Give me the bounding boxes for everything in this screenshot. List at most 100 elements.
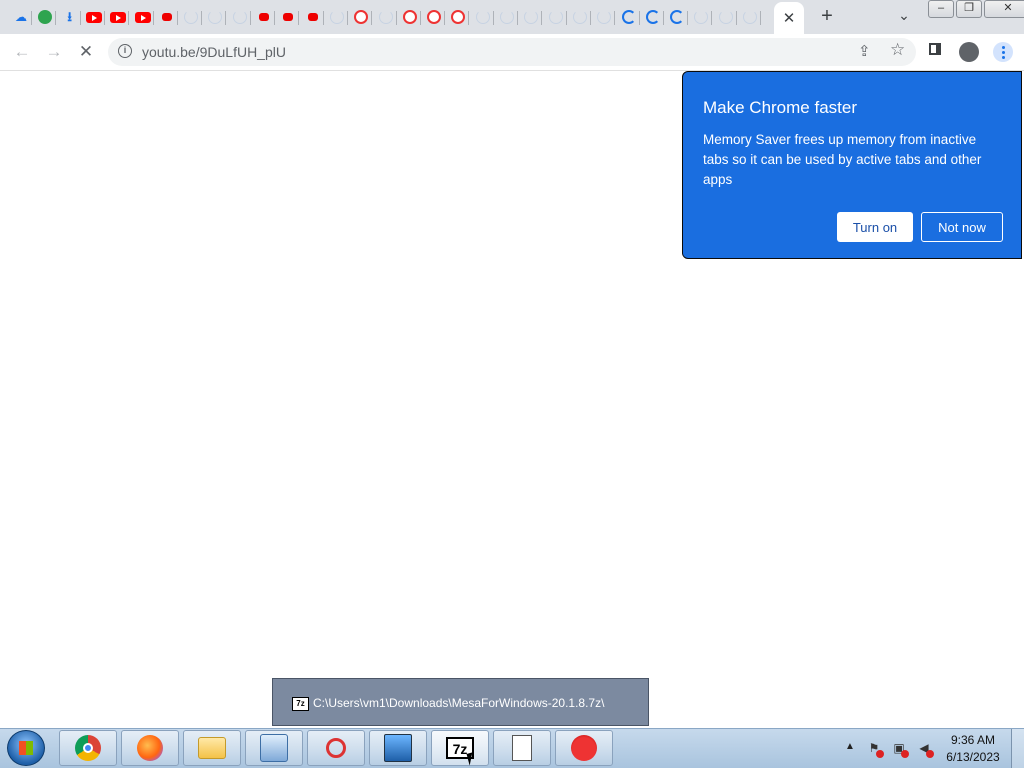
blank-page-icon: [500, 10, 514, 24]
taskbar-notepad-button[interactable]: [493, 730, 551, 766]
browser-tab[interactable]: [715, 4, 737, 30]
volume-icon[interactable]: ◀: [916, 740, 934, 758]
active-tab[interactable]: ✕: [774, 2, 804, 34]
browser-tab[interactable]: [34, 4, 57, 30]
chrome-menu-button[interactable]: [993, 42, 1013, 62]
browser-tab[interactable]: [229, 4, 251, 30]
browser-tab[interactable]: [618, 4, 640, 30]
turn-on-button[interactable]: Turn on: [837, 212, 913, 242]
browser-tab[interactable]: [253, 4, 275, 30]
monitor-icon: [384, 734, 412, 762]
blank-page-icon: [718, 10, 733, 24]
browser-tab[interactable]: [545, 4, 567, 30]
cloud-upload-icon: ☁: [15, 10, 27, 24]
browser-tab[interactable]: [302, 4, 324, 30]
browser-tab[interactable]: [447, 4, 470, 30]
not-now-button[interactable]: Not now: [921, 212, 1003, 242]
folder-icon: [198, 737, 226, 759]
youtube-ring-icon: [427, 10, 442, 24]
restore-button[interactable]: ❐: [956, 0, 982, 18]
share-icon[interactable]: ⇪: [858, 42, 871, 60]
document-icon: [512, 735, 532, 761]
taskbar-tooltip[interactable]: 7z C:\Users\vm1\Downloads\MesaForWindows…: [272, 678, 649, 726]
loading-spinner-icon: [670, 10, 685, 24]
bookmark-star-icon[interactable]: ☆: [890, 40, 905, 60]
blank-page-icon: [597, 10, 612, 24]
system-clock[interactable]: 9:36 AM 6/13/2023: [940, 732, 1006, 766]
taskbar-explorer-button[interactable]: [183, 730, 241, 766]
browser-tab[interactable]: [350, 4, 373, 30]
address-bar[interactable]: i youtu.be/9DuLfUH_plU ⇪ ☆: [108, 38, 916, 66]
new-tab-button[interactable]: +: [816, 6, 838, 28]
browser-tab[interactable]: [520, 4, 543, 30]
youtube-ring-icon: [402, 10, 417, 24]
side-panel-icon[interactable]: [929, 43, 941, 55]
show-hidden-icons-icon[interactable]: ▲: [845, 741, 855, 752]
youtube-small-icon: [283, 13, 294, 21]
browser-tab[interactable]: [690, 4, 713, 30]
popup-title: Make Chrome faster: [703, 98, 857, 117]
youtube-ring-icon: [451, 10, 466, 24]
memory-saver-popup: Make Chrome faster Memory Saver frees up…: [682, 71, 1022, 259]
youtube-ring-icon: [354, 10, 369, 24]
browser-tab[interactable]: [107, 4, 130, 30]
browser-tab[interactable]: [399, 4, 421, 30]
url-text[interactable]: youtu.be/9DuLfUH_plU: [142, 44, 286, 60]
browser-tab[interactable]: [642, 4, 664, 30]
browser-tab[interactable]: [423, 4, 446, 30]
blank-page-icon: [572, 10, 587, 24]
action-center-icon[interactable]: ⚑: [866, 740, 884, 758]
youtube-small-icon: [259, 13, 269, 21]
browser-tab[interactable]: ⭳: [59, 4, 81, 30]
back-button[interactable]: ←: [10, 40, 34, 64]
chrome-icon: [75, 735, 101, 761]
browser-tab[interactable]: [326, 4, 348, 30]
blank-page-icon: [329, 10, 344, 24]
taskbar-chrome-button[interactable]: [59, 730, 117, 766]
start-button[interactable]: [7, 730, 45, 766]
taskbar-control-panel-button[interactable]: [245, 730, 303, 766]
browser-tab[interactable]: [180, 4, 203, 30]
browser-tab[interactable]: [496, 4, 518, 30]
profile-avatar-icon[interactable]: [959, 42, 979, 62]
browser-tab[interactable]: [666, 4, 689, 30]
browser-tab[interactable]: [472, 4, 494, 30]
blank-page-icon: [378, 10, 393, 24]
browser-tab[interactable]: [132, 4, 154, 30]
minimize-button[interactable]: –: [928, 0, 954, 18]
clock-time: 9:36 AM: [950, 733, 996, 747]
taskbar-angry-birds-button[interactable]: [555, 730, 613, 766]
browser-tab[interactable]: [593, 4, 616, 30]
browser-tab[interactable]: [204, 4, 227, 30]
taskbar-snipping-tool-button[interactable]: [307, 730, 365, 766]
tab-search-button[interactable]: ⌄: [894, 7, 914, 27]
forward-button[interactable]: →: [42, 40, 66, 64]
taskbar-firefox-button[interactable]: [121, 730, 179, 766]
browser-tab[interactable]: ☁: [10, 4, 32, 30]
show-desktop-button[interactable]: [1011, 729, 1024, 768]
taskbar-remote-desktop-button[interactable]: [369, 730, 427, 766]
close-window-button[interactable]: ✕: [984, 0, 1024, 18]
blank-page-icon: [743, 10, 757, 24]
browser-tab[interactable]: [156, 4, 178, 30]
youtube-icon: [110, 11, 127, 23]
green-app-icon: [38, 10, 53, 24]
blank-page-icon: [475, 10, 490, 24]
browser-tab[interactable]: [83, 4, 105, 30]
stop-loading-button[interactable]: ✕: [74, 40, 98, 64]
browser-tab[interactable]: [569, 4, 591, 30]
blank-page-icon: [184, 10, 199, 24]
download-icon: ⭳: [67, 9, 72, 24]
browser-tab[interactable]: [739, 4, 761, 30]
scissors-icon: [326, 738, 346, 758]
blank-page-icon: [232, 10, 247, 24]
site-info-icon[interactable]: i: [118, 44, 132, 58]
browser-tab[interactable]: [375, 4, 397, 30]
popup-body: Memory Saver frees up memory from inacti…: [703, 132, 982, 187]
close-tab-icon[interactable]: ✕: [783, 9, 796, 27]
tooltip-path: C:\Users\vm1\Downloads\MesaForWindows-20…: [313, 696, 605, 710]
browser-tab[interactable]: [277, 4, 300, 30]
taskbar-7zip-button[interactable]: 7z: [431, 730, 489, 766]
network-icon[interactable]: ▣: [891, 740, 909, 758]
tab-strip: ☁ ⭳ ✕ + ⌄ – ❐ ✕: [0, 0, 1024, 34]
